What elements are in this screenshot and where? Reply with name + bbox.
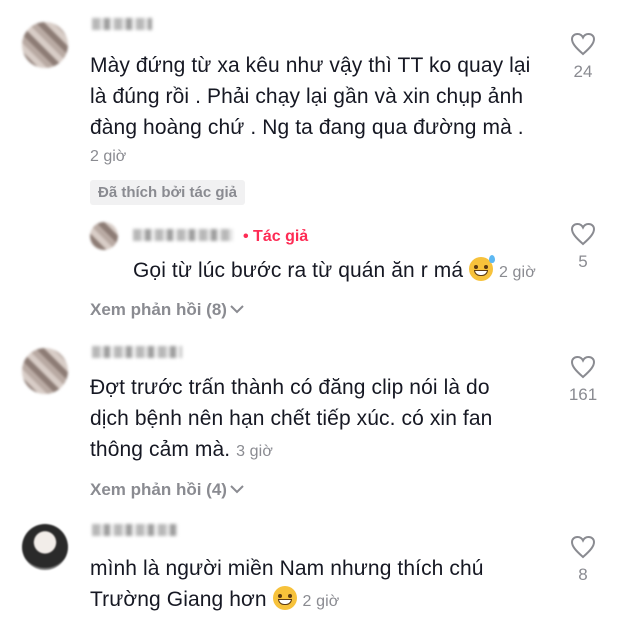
grinning-emoji	[272, 586, 297, 610]
heart-icon	[570, 355, 596, 379]
comment-line: là đúng rồi . Phải chạy lại gần và xin c…	[90, 85, 524, 108]
comment-line-text: Trường Giang hơn	[90, 588, 267, 611]
reply-text: Gọi từ lúc bước ra từ quán ăn r má 2 giờ	[133, 255, 536, 288]
comment-line: đàng hoàng chứ . Ng ta đang qua đường mà…	[90, 116, 524, 139]
avatar[interactable]	[22, 22, 68, 68]
comment-text: Mày đứng từ xa kêu như vậy thì TT ko qua…	[90, 50, 530, 143]
view-replies-label: Xem phản hồi (8)	[90, 300, 227, 319]
like-button[interactable]: 8	[563, 535, 603, 585]
comment-line: dịch bệnh nên hạn chết tiếp xúc. có xin …	[90, 407, 493, 430]
username-blurred[interactable]	[92, 524, 178, 536]
chevron-down-icon	[230, 485, 244, 494]
comment-line: Đợt trước trấn thành có đăng clip nói là…	[90, 376, 490, 399]
like-button[interactable]: 161	[563, 355, 603, 405]
reply-time: 2 giờ	[499, 264, 536, 281]
like-count: 24	[573, 62, 593, 81]
like-count: 5	[578, 252, 588, 271]
comment-line: mình là người miền Nam nhưng thích chú	[90, 557, 484, 580]
avatar[interactable]	[90, 222, 118, 250]
like-count: 161	[568, 385, 598, 404]
avatar[interactable]	[22, 524, 68, 570]
like-count: 8	[578, 565, 588, 584]
comment-line-text: thông cảm mà.	[90, 438, 231, 461]
liked-by-author-badge: Đã thích bởi tác giả	[90, 180, 246, 205]
author-tag: • Tác giả	[243, 228, 309, 245]
comment-line: Trường Giang hơn 2 giờ	[90, 584, 484, 617]
like-button[interactable]: 24	[563, 32, 603, 82]
like-button[interactable]: 5	[563, 222, 603, 272]
username-blurred[interactable]	[92, 18, 152, 30]
comment-time: 3 giờ	[236, 443, 273, 460]
heart-icon	[570, 535, 596, 559]
comment-text: mình là người miền Nam nhưng thích chú T…	[90, 553, 484, 617]
comment-line: Mày đứng từ xa kêu như vậy thì TT ko qua…	[90, 54, 531, 77]
username-blurred[interactable]	[133, 229, 233, 241]
view-replies-button[interactable]: Xem phản hồi (4)	[90, 480, 245, 500]
avatar[interactable]	[22, 348, 68, 394]
comment-line: thông cảm mà. 3 giờ	[90, 434, 492, 467]
reply-line: Gọi từ lúc bước ra từ quán ăn r má	[133, 259, 464, 282]
heart-icon	[570, 222, 596, 246]
comment-time: 2 giờ	[302, 593, 340, 610]
comment-time: 2 giờ	[90, 148, 127, 165]
comment-text: Đợt trước trấn thành có đăng clip nói là…	[90, 372, 492, 467]
username-blurred[interactable]	[92, 346, 182, 358]
chevron-down-icon	[230, 305, 244, 314]
view-replies-label: Xem phản hồi (4)	[90, 480, 227, 499]
view-replies-button[interactable]: Xem phản hồi (8)	[90, 300, 245, 320]
heart-icon	[570, 32, 596, 56]
grinning-sweat-emoji	[469, 255, 496, 281]
